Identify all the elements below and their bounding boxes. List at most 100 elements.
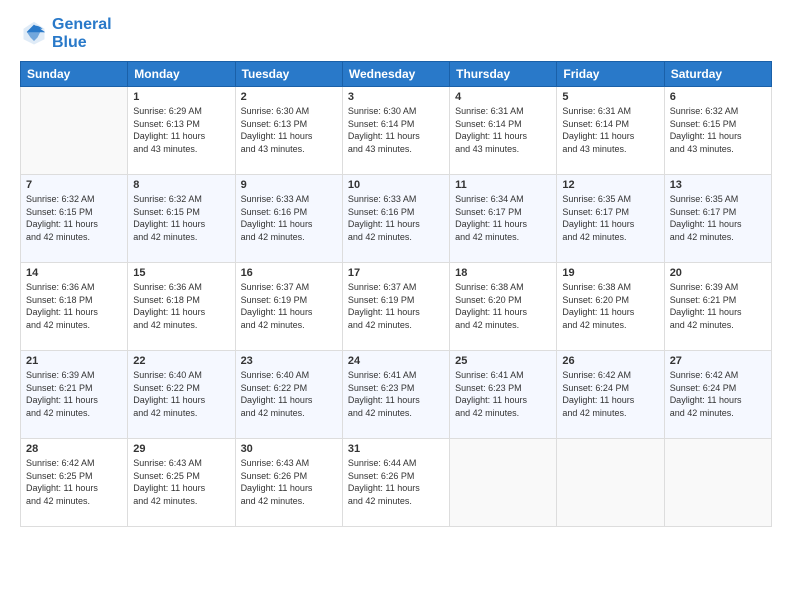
day-number: 13 (670, 179, 766, 191)
day-info: Sunrise: 6:40 AMSunset: 6:22 PMDaylight:… (241, 369, 337, 419)
calendar-cell: 14Sunrise: 6:36 AMSunset: 6:18 PMDayligh… (21, 263, 128, 351)
day-number: 10 (348, 179, 444, 191)
day-info: Sunrise: 6:42 AMSunset: 6:24 PMDaylight:… (562, 369, 658, 419)
day-info: Sunrise: 6:41 AMSunset: 6:23 PMDaylight:… (455, 369, 551, 419)
day-number: 28 (26, 443, 122, 455)
calendar-cell: 5 Sunrise: 6:31 AMSunset: 6:14 PMDaylight… (557, 87, 664, 175)
calendar-cell (21, 87, 128, 175)
day-info: Sunrise: 6:41 AMSunset: 6:23 PMDaylight:… (348, 369, 444, 419)
day-info: Sunrise: 6:30 AMSunset: 6:13 PMDaylight:… (241, 105, 337, 155)
logo-icon (20, 20, 48, 48)
day-number: 9 (241, 179, 337, 191)
day-number: 26 (562, 355, 658, 367)
day-info: Sunrise: 6:32 AMSunset: 6:15 PMDaylight:… (670, 105, 766, 155)
day-info: Sunrise: 6:37 AMSunset: 6:19 PMDaylight:… (348, 281, 444, 331)
day-info: Sunrise: 6:30 AMSunset: 6:14 PMDaylight:… (348, 105, 444, 155)
day-number: 21 (26, 355, 122, 367)
calendar-cell: 1 Sunrise: 6:29 AMSunset: 6:13 PMDaylight… (128, 87, 235, 175)
calendar-cell: 15Sunrise: 6:36 AMSunset: 6:18 PMDayligh… (128, 263, 235, 351)
calendar-cell: 29 Sunrise: 6:43 AMSunset: 6:25 PMDayligh… (128, 439, 235, 527)
calendar-cell: 17 Sunrise: 6:37 AMSunset: 6:19 PMDayligh… (342, 263, 449, 351)
calendar-cell: 2Sunrise: 6:30 AMSunset: 6:13 PMDaylight… (235, 87, 342, 175)
calendar-cell: 28 Sunrise: 6:42 AMSunset: 6:25 PMDayligh… (21, 439, 128, 527)
day-number: 31 (348, 443, 444, 455)
week-row-5: 28 Sunrise: 6:42 AMSunset: 6:25 PMDayligh… (21, 439, 772, 527)
calendar-cell: 23 Sunrise: 6:40 AMSunset: 6:22 PMDayligh… (235, 351, 342, 439)
day-info: Sunrise: 6:38 AMSunset: 6:20 PMDaylight:… (562, 281, 658, 331)
calendar-cell: 11Sunrise: 6:34 AMSunset: 6:17 PMDayligh… (450, 175, 557, 263)
day-number: 23 (241, 355, 337, 367)
day-info: Sunrise: 6:34 AMSunset: 6:17 PMDaylight:… (455, 193, 551, 243)
week-row-4: 21 Sunrise: 6:39 AMSunset: 6:21 PMDayligh… (21, 351, 772, 439)
calendar-cell: 25 Sunrise: 6:41 AMSunset: 6:23 PMDayligh… (450, 351, 557, 439)
day-info: Sunrise: 6:29 AMSunset: 6:13 PMDaylight:… (133, 105, 229, 155)
calendar-cell (557, 439, 664, 527)
day-info: Sunrise: 6:44 AMSunset: 6:26 PMDaylight:… (348, 457, 444, 507)
calendar-cell: 16 Sunrise: 6:37 AMSunset: 6:19 PMDayligh… (235, 263, 342, 351)
calendar-cell: 13 Sunrise: 6:35 AMSunset: 6:17 PMDayligh… (664, 175, 771, 263)
day-info: Sunrise: 6:43 AMSunset: 6:26 PMDaylight:… (241, 457, 337, 507)
calendar-cell: 19 Sunrise: 6:38 AMSunset: 6:20 PMDayligh… (557, 263, 664, 351)
day-number: 16 (241, 267, 337, 279)
day-number: 18 (455, 267, 551, 279)
calendar-cell (450, 439, 557, 527)
day-number: 27 (670, 355, 766, 367)
calendar-cell: 6 Sunrise: 6:32 AMSunset: 6:15 PMDaylight… (664, 87, 771, 175)
day-info: Sunrise: 6:31 AMSunset: 6:14 PMDaylight:… (455, 105, 551, 155)
day-number: 5 (562, 91, 658, 103)
day-number: 17 (348, 267, 444, 279)
calendar-cell: 22Sunrise: 6:40 AMSunset: 6:22 PMDayligh… (128, 351, 235, 439)
day-number: 12 (562, 179, 658, 191)
week-row-2: 7 Sunrise: 6:32 AMSunset: 6:15 PMDaylight… (21, 175, 772, 263)
day-info: Sunrise: 6:37 AMSunset: 6:19 PMDaylight:… (241, 281, 337, 331)
day-number: 19 (562, 267, 658, 279)
day-number: 25 (455, 355, 551, 367)
day-number: 30 (241, 443, 337, 455)
day-info: Sunrise: 6:39 AMSunset: 6:21 PMDaylight:… (26, 369, 122, 419)
calendar-cell: 3 Sunrise: 6:30 AMSunset: 6:14 PMDaylight… (342, 87, 449, 175)
day-info: Sunrise: 6:42 AMSunset: 6:25 PMDaylight:… (26, 457, 122, 507)
day-info: Sunrise: 6:42 AMSunset: 6:24 PMDaylight:… (670, 369, 766, 419)
calendar-cell: 26 Sunrise: 6:42 AMSunset: 6:24 PMDayligh… (557, 351, 664, 439)
day-number: 7 (26, 179, 122, 191)
day-info: Sunrise: 6:39 AMSunset: 6:21 PMDaylight:… (670, 281, 766, 331)
week-row-1: 1 Sunrise: 6:29 AMSunset: 6:13 PMDaylight… (21, 87, 772, 175)
calendar-cell (664, 439, 771, 527)
day-number: 29 (133, 443, 229, 455)
day-info: Sunrise: 6:33 AMSunset: 6:16 PMDaylight:… (241, 193, 337, 243)
day-info: Sunrise: 6:32 AMSunset: 6:15 PMDaylight:… (133, 193, 229, 243)
day-number: 14 (26, 267, 122, 279)
logo: General Blue (20, 16, 112, 51)
day-info: Sunrise: 6:35 AMSunset: 6:17 PMDaylight:… (670, 193, 766, 243)
calendar-cell: 7 Sunrise: 6:32 AMSunset: 6:15 PMDaylight… (21, 175, 128, 263)
header: General Blue (20, 16, 772, 51)
day-info: Sunrise: 6:32 AMSunset: 6:15 PMDaylight:… (26, 193, 122, 243)
calendar-cell: 18 Sunrise: 6:38 AMSunset: 6:20 PMDayligh… (450, 263, 557, 351)
day-number: 22 (133, 355, 229, 367)
calendar-cell: 31 Sunrise: 6:44 AMSunset: 6:26 PMDayligh… (342, 439, 449, 527)
day-info: Sunrise: 6:43 AMSunset: 6:25 PMDaylight:… (133, 457, 229, 507)
day-number: 20 (670, 267, 766, 279)
day-header-saturday: Saturday (664, 62, 771, 87)
calendar-cell: 9 Sunrise: 6:33 AMSunset: 6:16 PMDaylight… (235, 175, 342, 263)
day-header-thursday: Thursday (450, 62, 557, 87)
day-info: Sunrise: 6:36 AMSunset: 6:18 PMDaylight:… (133, 281, 229, 331)
day-header-friday: Friday (557, 62, 664, 87)
calendar-cell: 12 Sunrise: 6:35 AMSunset: 6:17 PMDayligh… (557, 175, 664, 263)
day-header-monday: Monday (128, 62, 235, 87)
day-number: 3 (348, 91, 444, 103)
day-header-sunday: Sunday (21, 62, 128, 87)
calendar-cell: 10 Sunrise: 6:33 AMSunset: 6:16 PMDayligh… (342, 175, 449, 263)
day-number: 6 (670, 91, 766, 103)
calendar-cell: 27 Sunrise: 6:42 AMSunset: 6:24 PMDayligh… (664, 351, 771, 439)
day-number: 1 (133, 91, 229, 103)
day-info: Sunrise: 6:38 AMSunset: 6:20 PMDaylight:… (455, 281, 551, 331)
day-info: Sunrise: 6:31 AMSunset: 6:14 PMDaylight:… (562, 105, 658, 155)
day-info: Sunrise: 6:35 AMSunset: 6:17 PMDaylight:… (562, 193, 658, 243)
day-info: Sunrise: 6:33 AMSunset: 6:16 PMDaylight:… (348, 193, 444, 243)
day-header-wednesday: Wednesday (342, 62, 449, 87)
calendar-cell: 21 Sunrise: 6:39 AMSunset: 6:21 PMDayligh… (21, 351, 128, 439)
calendar-cell: 4Sunrise: 6:31 AMSunset: 6:14 PMDaylight… (450, 87, 557, 175)
week-row-3: 14 Sunrise: 6:36 AMSunset: 6:18 PMDayligh… (21, 263, 772, 351)
calendar-cell: 24Sunrise: 6:41 AMSunset: 6:23 PMDayligh… (342, 351, 449, 439)
